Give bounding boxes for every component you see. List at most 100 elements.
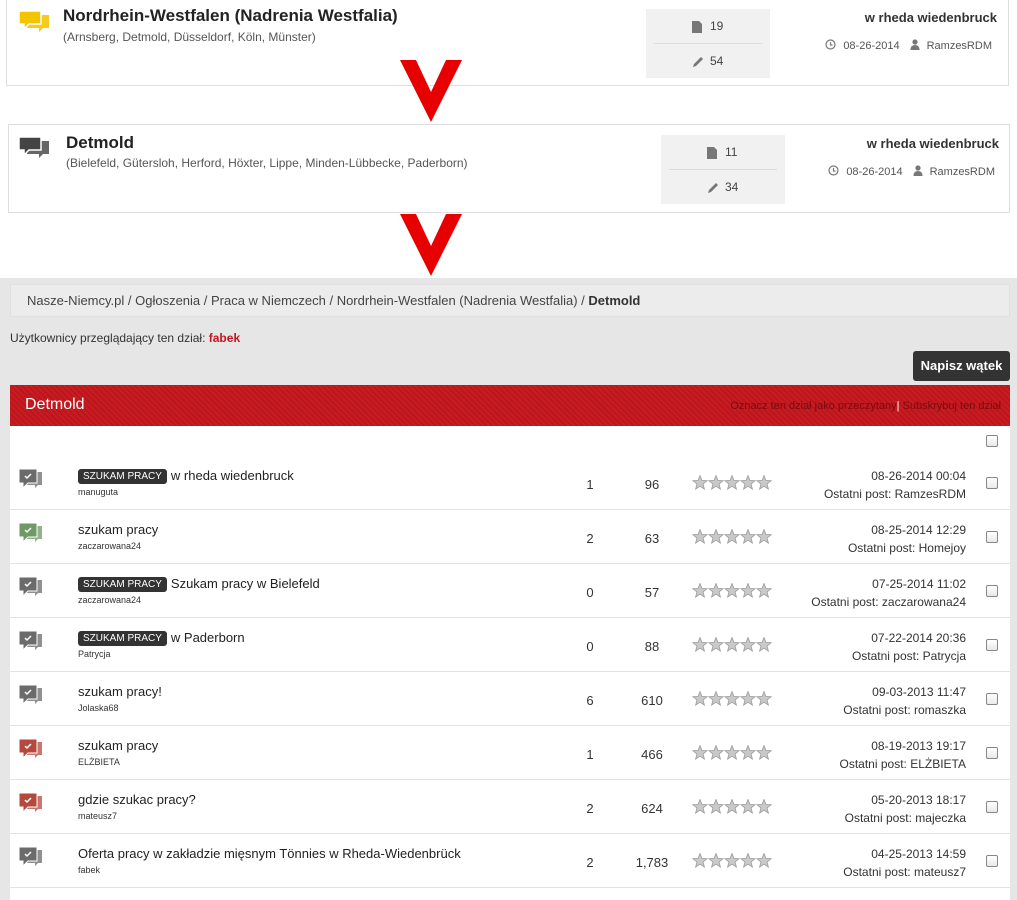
thread-title-line: szukam pracy	[78, 738, 158, 753]
clock-icon	[825, 39, 836, 53]
thread-author[interactable]: Jolaska68	[78, 703, 119, 713]
select-all-checkbox[interactable]	[986, 435, 998, 447]
thread-row[interactable]: szukam pracy! Jolaska68 6 610 09-03-2013…	[10, 672, 1010, 726]
thread-row[interactable]: szukam pracy ELŻBIETA 1 466 08-19-2013 1…	[10, 726, 1010, 780]
thread-last-poster[interactable]: Ostatni post: Homejoy	[848, 541, 966, 555]
thread-replies[interactable]: 1	[570, 747, 610, 762]
thread-row[interactable]: gdzie szukac pracy? mateusz7 2 624 05-20…	[10, 780, 1010, 834]
thread-replies[interactable]: 2	[570, 855, 610, 870]
thread-prefix-badge[interactable]: SZUKAM PRACY	[78, 469, 167, 484]
rating-stars-icon	[691, 798, 774, 820]
forum-title[interactable]: Detmold	[66, 133, 134, 153]
thread-row[interactable]: SZUKAM PRACY w rheda wiedenbruck manuguta…	[10, 456, 1010, 510]
thread-last-poster[interactable]: Ostatni post: romaszka	[843, 703, 966, 717]
thread-last-poster[interactable]: Ostatni post: zaczarowana24	[811, 595, 966, 609]
thread-replies[interactable]: 2	[570, 531, 610, 546]
thread-last-poster[interactable]: Ostatni post: Patrycja	[852, 649, 966, 663]
forum-header-title: Detmold	[25, 396, 85, 413]
chevron-down-icon	[400, 214, 462, 276]
viewer-name[interactable]: fabek	[209, 331, 240, 345]
thread-count: 19	[710, 19, 724, 33]
thread-select-checkbox[interactable]	[986, 585, 998, 597]
thread-last-date: 05-20-2013 18:17	[871, 793, 966, 807]
thread-replies[interactable]: 1	[570, 477, 610, 492]
new-thread-button[interactable]: Napisz wątek	[913, 351, 1010, 381]
thread-title[interactable]: w rheda wiedenbruck	[171, 468, 294, 483]
thread-views: 624	[641, 801, 663, 816]
mark-read-link[interactable]: Oznacz ten dział jako przeczytany	[730, 400, 896, 412]
last-post-meta: 08-26-2014 RamzesRDM	[828, 165, 995, 179]
rating-stars-icon	[691, 744, 774, 766]
thread-title[interactable]: w Paderborn	[171, 630, 245, 645]
last-post-title[interactable]: w rheda wiedenbruck	[865, 10, 997, 25]
thread-row[interactable]: szukam pracy zaczarowana24 2 63 08-25-20…	[10, 510, 1010, 564]
thread-last-poster[interactable]: Ostatni post: mateusz7	[843, 865, 966, 879]
thread-last-poster[interactable]: Ostatni post: RamzesRDM	[824, 487, 966, 501]
last-post-title[interactable]: w rheda wiedenbruck	[867, 136, 999, 151]
thread-title[interactable]: szukam pracy	[78, 738, 158, 753]
thread-title[interactable]: szukam pracy!	[78, 684, 162, 699]
thread-title-line: gdzie szukac pracy?	[78, 792, 196, 807]
last-post-user[interactable]: RamzesRDM	[927, 40, 992, 52]
thread-status-icon	[18, 576, 44, 605]
thread-views: 57	[644, 585, 660, 600]
viewers-label: Użytkownicy przeglądający ten dział:	[10, 331, 209, 345]
breadcrumb-path[interactable]: Nasze-Niemcy.pl / Ogłoszenia / Praca w N…	[27, 293, 588, 308]
thread-author[interactable]: zaczarowana24	[78, 595, 141, 605]
forum-subforums[interactable]: (Arnsberg, Detmold, Düsseldorf, Köln, Mü…	[63, 30, 316, 44]
thread-select-checkbox[interactable]	[986, 639, 998, 651]
threads-icon	[707, 147, 717, 162]
thread-select-checkbox[interactable]	[986, 747, 998, 759]
posts-pencil-icon	[692, 56, 704, 71]
thread-title[interactable]: gdzie szukac pracy?	[78, 792, 196, 807]
thread-status-icon	[18, 846, 44, 875]
thread-select-checkbox[interactable]	[986, 855, 998, 867]
forum-title[interactable]: Nordrhein-Westfalen (Nadrenia Westfalia)	[63, 6, 398, 26]
thread-author[interactable]: Patrycja	[78, 649, 111, 659]
thread-author[interactable]: manuguta	[78, 487, 118, 497]
thread-last-poster[interactable]: Ostatni post: ELŻBIETA	[840, 757, 967, 771]
clock-icon	[828, 165, 839, 179]
thread-status-icon	[18, 738, 44, 767]
thread-select-checkbox[interactable]	[986, 477, 998, 489]
thread-select-checkbox[interactable]	[986, 801, 998, 813]
thread-status-icon	[18, 630, 44, 659]
breadcrumb[interactable]: Nasze-Niemcy.pl / Ogłoszenia / Praca w N…	[10, 284, 1010, 317]
thread-author[interactable]: fabek	[78, 865, 100, 875]
thread-select-checkbox[interactable]	[986, 531, 998, 543]
user-icon	[910, 39, 920, 53]
thread-views: 63	[644, 531, 660, 546]
thread-title-line: Oferta pracy w zakładzie mięsnym Tönnies…	[78, 846, 461, 861]
thread-prefix-badge[interactable]: SZUKAM PRACY	[78, 631, 167, 646]
thread-views: 1,783	[635, 855, 669, 870]
thread-row[interactable]: SZUKAM PRACY w Paderborn Patrycja 0 88 07…	[10, 618, 1010, 672]
posts-pencil-icon	[707, 182, 719, 197]
thread-status-icon	[18, 684, 44, 713]
thread-title[interactable]: Szukam pracy w Bielefeld	[171, 576, 320, 591]
thread-row[interactable]: Oferta pracy w zakładzie mięsnym Tönnies…	[10, 834, 1010, 888]
thread-title-line: SZUKAM PRACY Szukam pracy w Bielefeld	[78, 576, 320, 592]
last-post-user[interactable]: RamzesRDM	[930, 166, 995, 178]
forum-gray-icon	[17, 135, 51, 166]
thread-author[interactable]: mateusz7	[78, 811, 117, 821]
forum-stats: 19 54	[646, 9, 770, 78]
thread-last-poster[interactable]: Ostatni post: majeczka	[845, 811, 966, 825]
subscribe-link[interactable]: Subskrybuj ten dział	[903, 400, 1001, 412]
thread-title[interactable]: Oferta pracy w zakładzie mięsnym Tönnies…	[78, 846, 461, 861]
thread-views: 96	[644, 477, 660, 492]
thread-row[interactable]: SZUKAM PRACY Szukam pracy w Bielefeld zac…	[10, 564, 1010, 618]
post-count: 54	[710, 54, 724, 68]
thread-replies[interactable]: 0	[570, 585, 610, 600]
forum-box-nrw: Nordrhein-Westfalen (Nadrenia Westfalia)…	[6, 0, 1009, 86]
thread-last-date: 08-26-2014 00:04	[871, 469, 966, 483]
thread-title[interactable]: szukam pracy	[78, 522, 158, 537]
thread-author[interactable]: ELŻBIETA	[78, 757, 120, 767]
thread-replies[interactable]: 2	[570, 801, 610, 816]
thread-replies[interactable]: 0	[570, 639, 610, 654]
thread-prefix-badge[interactable]: SZUKAM PRACY	[78, 577, 167, 592]
thread-select-checkbox[interactable]	[986, 693, 998, 705]
forum-subforums[interactable]: (Bielefeld, Gütersloh, Herford, Höxter, …	[66, 156, 468, 170]
thread-author[interactable]: zaczarowana24	[78, 541, 141, 551]
rating-stars-icon	[691, 852, 774, 874]
thread-replies[interactable]: 6	[570, 693, 610, 708]
